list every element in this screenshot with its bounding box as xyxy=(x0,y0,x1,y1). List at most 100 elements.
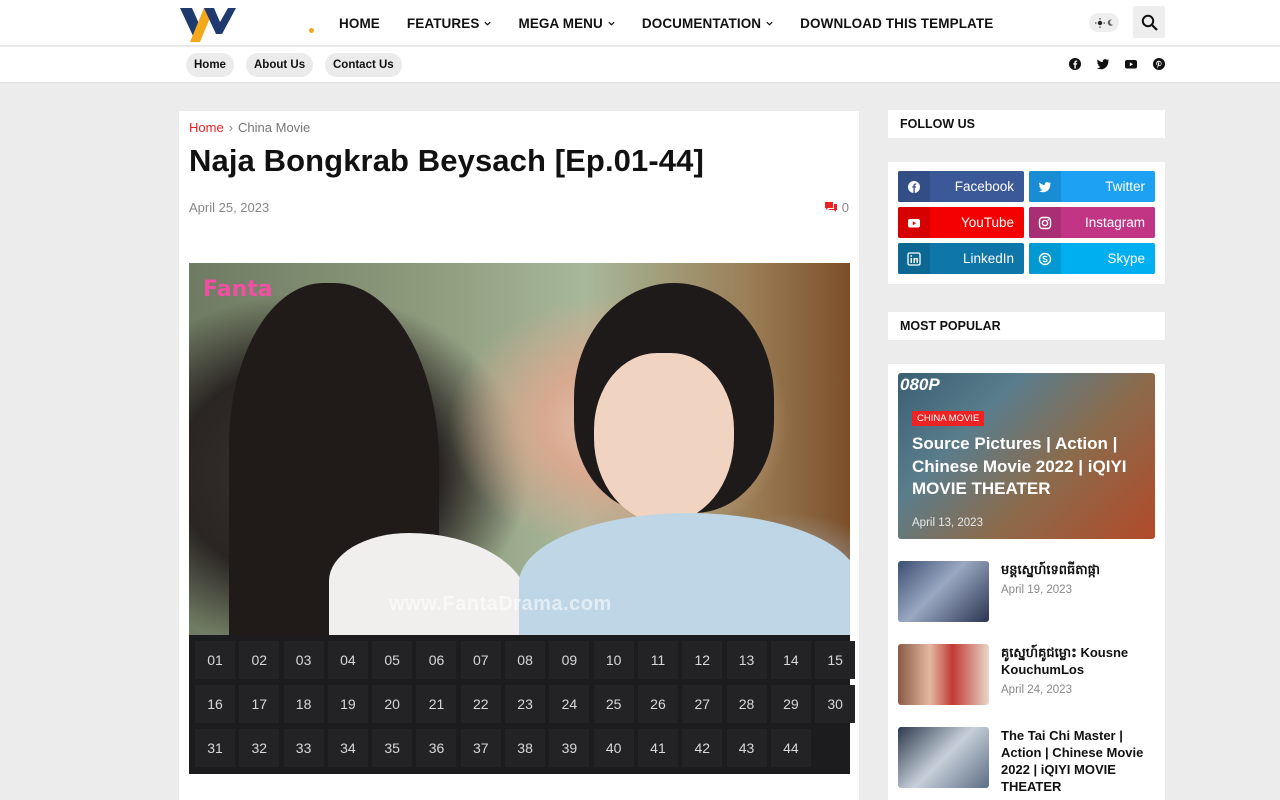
episode-button[interactable]: 16 xyxy=(195,685,235,723)
nav-documentation[interactable]: DOCUMENTATION xyxy=(642,16,773,31)
twitter-follow-label: Twitter xyxy=(1105,179,1145,194)
episode-button[interactable]: 36 xyxy=(416,729,457,767)
twitter-follow-button[interactable]: Twitter xyxy=(1029,171,1155,202)
episode-button[interactable]: 25 xyxy=(593,685,634,723)
episode-button[interactable]: 27 xyxy=(682,685,723,723)
episode-button[interactable]: 35 xyxy=(372,729,413,767)
top-header: HOME FEATURES MEGA MENU DOCUMENTATION DO… xyxy=(0,0,1280,46)
episode-button[interactable]: 26 xyxy=(637,685,678,723)
episode-button[interactable]: 39 xyxy=(549,729,590,767)
nav-features[interactable]: FEATURES xyxy=(407,16,492,31)
pill-about-us[interactable]: About Us xyxy=(246,53,314,77)
episode-button[interactable]: 40 xyxy=(593,729,634,767)
youtube-icon[interactable] xyxy=(1124,57,1138,71)
chevron-down-icon xyxy=(608,21,615,26)
featured-category-tag[interactable]: CHINA MOVIE xyxy=(912,411,985,426)
episode-button[interactable]: 07 xyxy=(460,641,501,679)
breadcrumb-category-link[interactable]: China Movie xyxy=(238,120,310,135)
facebook-icon xyxy=(898,171,930,202)
episode-button[interactable]: 42 xyxy=(682,729,723,767)
twitter-icon[interactable] xyxy=(1096,57,1110,71)
episode-button[interactable]: 19 xyxy=(327,685,368,723)
instagram-follow-button[interactable]: Instagram xyxy=(1029,207,1155,238)
video-player[interactable]: Fanta www.FantaDrama.com xyxy=(189,263,850,635)
linkedin-follow-button[interactable]: LinkedIn xyxy=(898,243,1024,274)
search-icon xyxy=(1141,14,1158,31)
episode-button[interactable]: 31 xyxy=(195,729,235,767)
episode-button[interactable]: 30 xyxy=(815,685,856,723)
episode-button[interactable]: 13 xyxy=(726,641,767,679)
featured-popular-post[interactable]: 080P CHINA MOVIE Source Pictures | Actio… xyxy=(898,373,1155,539)
episode-button[interactable]: 04 xyxy=(327,641,368,679)
episode-button[interactable]: 24 xyxy=(549,685,590,723)
facebook-icon[interactable] xyxy=(1068,57,1082,71)
episode-button[interactable]: 23 xyxy=(505,685,546,723)
episode-button[interactable]: 29 xyxy=(770,685,811,723)
breadcrumb-separator: › xyxy=(228,120,234,135)
instagram-follow-label: Instagram xyxy=(1084,215,1145,230)
episode-button[interactable]: 43 xyxy=(726,729,767,767)
linkedin-follow-label: LinkedIn xyxy=(962,251,1014,266)
episode-button[interactable]: 05 xyxy=(372,641,413,679)
episode-button[interactable]: 09 xyxy=(549,641,590,679)
nav-home[interactable]: HOME xyxy=(339,16,380,31)
episode-button[interactable]: 28 xyxy=(726,685,767,723)
theme-toggle[interactable] xyxy=(1089,13,1119,32)
episode-button[interactable]: 44 xyxy=(770,729,811,767)
episode-button[interactable]: 17 xyxy=(239,685,280,723)
popular-post-item[interactable]: មន្តស្នេហ៍ទេពធីតាផ្កា April 19, 2023 xyxy=(898,561,1155,623)
episode-button[interactable]: 20 xyxy=(372,685,413,723)
featured-post-title[interactable]: Source Pictures | Action | Chinese Movie… xyxy=(912,433,1148,501)
episode-button[interactable]: 34 xyxy=(327,729,368,767)
comment-count-link[interactable]: 0 xyxy=(824,200,849,215)
episode-button[interactable]: 03 xyxy=(283,641,324,679)
pill-contact-us[interactable]: Contact Us xyxy=(325,53,402,77)
pinterest-icon[interactable] xyxy=(1152,57,1166,71)
popular-post-item[interactable]: The Tai Chi Master | Action | Chinese Mo… xyxy=(898,727,1155,794)
episode-button[interactable]: 15 xyxy=(815,641,856,679)
skype-follow-button[interactable]: Skype xyxy=(1029,243,1155,274)
popular-post-thumbnail[interactable] xyxy=(898,727,989,788)
youtube-follow-button[interactable]: YouTube xyxy=(898,207,1024,238)
popular-post-title[interactable]: មន្តស្នេហ៍ទេពធីតាផ្កា xyxy=(1001,561,1155,578)
pill-home[interactable]: Home xyxy=(186,53,234,77)
episode-button[interactable]: 06 xyxy=(416,641,457,679)
popular-post-date: April 19, 2023 xyxy=(1001,584,1072,596)
search-button[interactable] xyxy=(1133,6,1165,38)
skype-follow-label: Skype xyxy=(1107,251,1145,266)
episode-button[interactable]: 18 xyxy=(283,685,324,723)
site-logo[interactable] xyxy=(178,4,236,42)
chevron-down-icon xyxy=(484,21,492,26)
popular-post-item[interactable]: គូស្នេហ៍គូជម្លោះ Kousne KouchumLos April… xyxy=(898,644,1155,706)
facebook-follow-button[interactable]: Facebook xyxy=(898,171,1024,202)
comment-count: 0 xyxy=(841,200,849,215)
episode-button[interactable]: 12 xyxy=(682,641,723,679)
episode-button[interactable]: 01 xyxy=(195,641,235,679)
episode-button[interactable]: 08 xyxy=(505,641,546,679)
scene-figure-left-robe xyxy=(329,533,529,635)
video-watermark: www.FantaDrama.com xyxy=(389,593,612,615)
episode-button[interactable]: 32 xyxy=(239,729,280,767)
nav-download-template[interactable]: DOWNLOAD THIS TEMPLATE xyxy=(800,16,993,31)
nav-mega-menu[interactable]: MEGA MENU xyxy=(518,16,615,31)
youtube-follow-label: YouTube xyxy=(960,215,1014,230)
episode-button[interactable]: 10 xyxy=(593,641,634,679)
popular-post-thumbnail[interactable] xyxy=(898,561,989,622)
breadcrumb-home-link[interactable]: Home xyxy=(189,120,224,135)
popular-post-title[interactable]: The Tai Chi Master | Action | Chinese Mo… xyxy=(1001,727,1155,795)
episode-button[interactable]: 33 xyxy=(283,729,324,767)
episode-button[interactable]: 38 xyxy=(505,729,546,767)
episode-button[interactable]: 21 xyxy=(416,685,457,723)
post-card: Home › China Movie Naja Bongkrab Beysach… xyxy=(179,111,859,800)
episode-button[interactable]: 37 xyxy=(460,729,501,767)
youtube-icon xyxy=(898,207,930,238)
episode-button[interactable]: 41 xyxy=(637,729,678,767)
popular-post-title[interactable]: គូស្នេហ៍គូជម្លោះ Kousne KouchumLos xyxy=(1001,644,1155,678)
post-date: April 25, 2023 xyxy=(189,200,270,215)
popular-post-thumbnail[interactable] xyxy=(898,644,989,705)
skype-icon xyxy=(1029,243,1061,274)
episode-button[interactable]: 02 xyxy=(239,641,280,679)
episode-button[interactable]: 14 xyxy=(770,641,811,679)
episode-button[interactable]: 11 xyxy=(637,641,678,679)
episode-button[interactable]: 22 xyxy=(460,685,501,723)
